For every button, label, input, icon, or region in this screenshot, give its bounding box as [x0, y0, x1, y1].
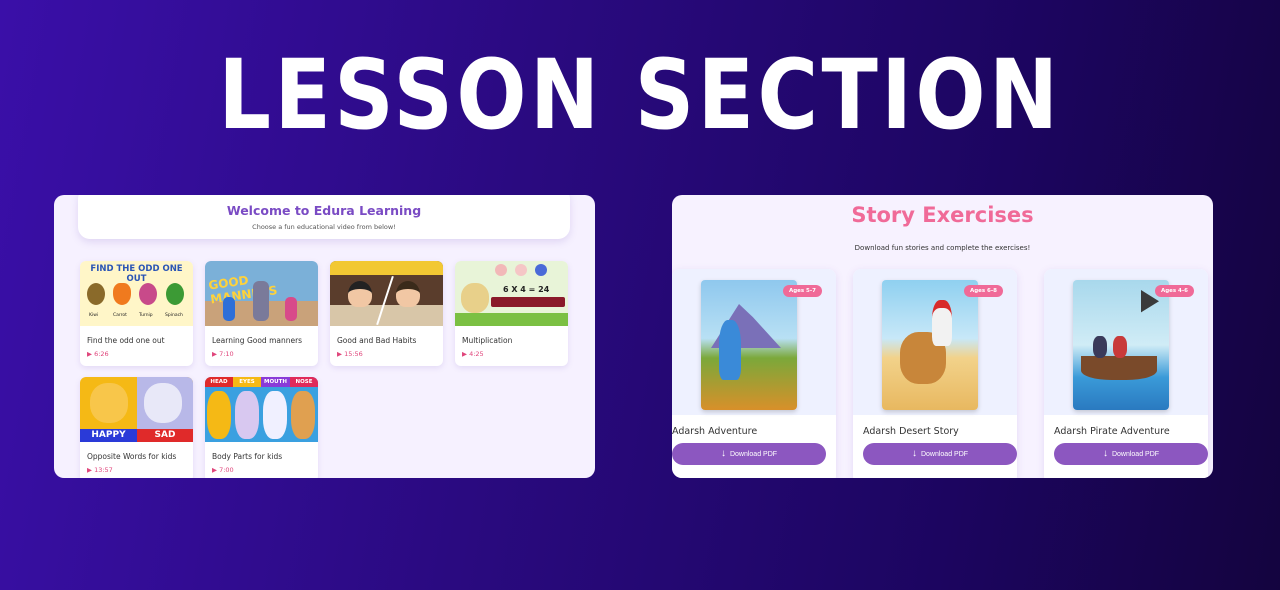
pirate-icon — [1113, 336, 1127, 358]
mouth-label: MOUTH — [261, 377, 290, 387]
download-label: Download PDF — [729, 451, 778, 458]
happy-cat-icon — [90, 383, 128, 423]
hero-title: LESSON SECTION — [218, 39, 1062, 151]
rabbit-character-icon — [263, 391, 287, 439]
pirate-flag-icon — [1141, 290, 1159, 313]
story-section-title: Story Exercises — [851, 203, 1034, 227]
age-badge: Ages 4-6 — [1154, 285, 1194, 297]
age-badge: Ages 6-8 — [963, 285, 1003, 297]
turnip-icon — [139, 283, 157, 305]
story-card: Ages 5-7 Adarsh Adventure ↓ Download PDF — [672, 269, 836, 478]
download-arrow-icon: ↓ — [720, 448, 726, 459]
item-label: Turnip — [139, 313, 153, 318]
boy-rider-icon — [932, 300, 952, 346]
welcome-subtitle: Choose a fun educational video from belo… — [252, 223, 396, 231]
grass-shape — [455, 313, 568, 326]
title-banner-icon — [491, 297, 565, 307]
video-title: Multiplication — [462, 336, 513, 345]
dog-character-icon — [291, 391, 315, 439]
story-section-subtitle: Download fun stories and complete the ex… — [854, 244, 1031, 252]
lesson-panel: Welcome to Edura Learning Choose a fun e… — [54, 195, 595, 478]
video-thumbnail[interactable]: GOOD MANNERS — [205, 261, 318, 326]
spinach-icon — [166, 283, 184, 305]
story-card: Ages 6-8 Adarsh Desert Story ↓ Download P… — [853, 269, 1017, 478]
boy-figure-icon — [223, 297, 235, 321]
item-label: Kiwi — [89, 313, 99, 318]
video-title: Good and Bad Habits — [337, 336, 417, 345]
video-duration: ▶ 7:10 — [212, 350, 234, 358]
story-cover[interactable] — [701, 280, 797, 410]
video-card[interactable]: HAPPY SAD Opposite Words for kids ▶ 13:5… — [80, 377, 193, 478]
video-duration: ▶ 7:00 — [212, 466, 234, 474]
item-label: Spinach — [165, 313, 183, 318]
carrot-icon — [113, 283, 131, 305]
video-card[interactable]: FIND THE ODD ONE OUT Kiwi Carrot Turnip … — [80, 261, 193, 366]
video-thumbnail[interactable]: HEAD EYES MOUTH NOSE — [205, 377, 318, 442]
welcome-box: Welcome to Edura Learning Choose a fun e… — [78, 195, 570, 239]
download-pdf-button[interactable]: ↓ Download PDF — [672, 443, 826, 465]
girl-figure-icon — [285, 297, 297, 321]
age-badge: Ages 5-7 — [782, 285, 822, 297]
badge-icon — [515, 264, 527, 276]
story-cover[interactable] — [1073, 280, 1169, 410]
thumbnail-header: FIND THE ODD ONE OUT — [90, 264, 183, 284]
video-thumbnail[interactable] — [330, 261, 443, 326]
girl-face-icon — [348, 281, 372, 307]
video-card[interactable]: Good and Bad Habits ▶ 15:56 — [330, 261, 443, 366]
download-pdf-button[interactable]: ↓ Download PDF — [1054, 443, 1208, 465]
story-card: Ages 4-6 Adarsh Pirate Adventure ↓ Downlo… — [1044, 269, 1208, 478]
video-duration: ▶ 4:25 — [462, 350, 484, 358]
story-title: Adarsh Adventure — [672, 426, 758, 437]
badge-icon — [535, 264, 547, 276]
video-title: Learning Good manners — [212, 336, 303, 345]
video-title: Body Parts for kids — [212, 452, 283, 461]
cat-character-icon — [235, 391, 259, 439]
download-pdf-button[interactable]: ↓ Download PDF — [863, 443, 1017, 465]
story-cover[interactable] — [882, 280, 978, 410]
story-panel: Story Exercises Download fun stories and… — [672, 195, 1213, 478]
badge-icon — [495, 264, 507, 276]
pirate-icon — [1093, 336, 1107, 358]
banner-shape — [330, 261, 443, 275]
kiwi-icon — [87, 283, 105, 305]
grandma-figure-icon — [253, 281, 269, 321]
download-arrow-icon: ↓ — [1102, 448, 1108, 459]
video-thumbnail[interactable]: FIND THE ODD ONE OUT Kiwi Carrot Turnip … — [80, 261, 193, 326]
sad-label: SAD — [137, 429, 193, 442]
welcome-title: Welcome to Edura Learning — [226, 203, 422, 218]
download-label: Download PDF — [1111, 451, 1160, 458]
boy-face-icon — [396, 281, 420, 307]
video-card[interactable]: GOOD MANNERS Learning Good manners ▶ 7:1… — [205, 261, 318, 366]
sad-cat-icon — [144, 383, 182, 423]
video-duration: ▶ 6:26 — [87, 350, 109, 358]
download-arrow-icon: ↓ — [911, 448, 917, 459]
video-title: Opposite Words for kids — [87, 452, 177, 461]
lion-character-icon — [207, 391, 231, 439]
story-title: Adarsh Desert Story — [863, 426, 959, 437]
table-shape — [330, 305, 443, 326]
dog-character-icon — [461, 283, 489, 313]
math-equation: 6 X 4 = 24 — [503, 285, 550, 294]
video-duration: ▶ 15:56 — [337, 350, 363, 358]
video-duration: ▶ 13:57 — [87, 466, 113, 474]
video-card[interactable]: HEAD EYES MOUTH NOSE Body Parts for kids… — [205, 377, 318, 478]
video-title: Find the odd one out — [87, 336, 165, 345]
nose-label: NOSE — [290, 377, 318, 387]
video-card[interactable]: 6 X 4 = 24 Multiplication ▶ 4:25 — [455, 261, 568, 366]
head-label: HEAD — [205, 377, 233, 387]
story-title: Adarsh Pirate Adventure — [1054, 426, 1170, 437]
video-thumbnail[interactable]: HAPPY SAD — [80, 377, 193, 442]
pirate-ship-icon — [1081, 356, 1157, 380]
item-label: Carrot — [113, 313, 127, 318]
download-label: Download PDF — [920, 451, 969, 458]
boy-figure-icon — [719, 320, 741, 380]
video-thumbnail[interactable]: 6 X 4 = 24 — [455, 261, 568, 326]
happy-label: HAPPY — [80, 429, 137, 442]
eyes-label: EYES — [233, 377, 261, 387]
